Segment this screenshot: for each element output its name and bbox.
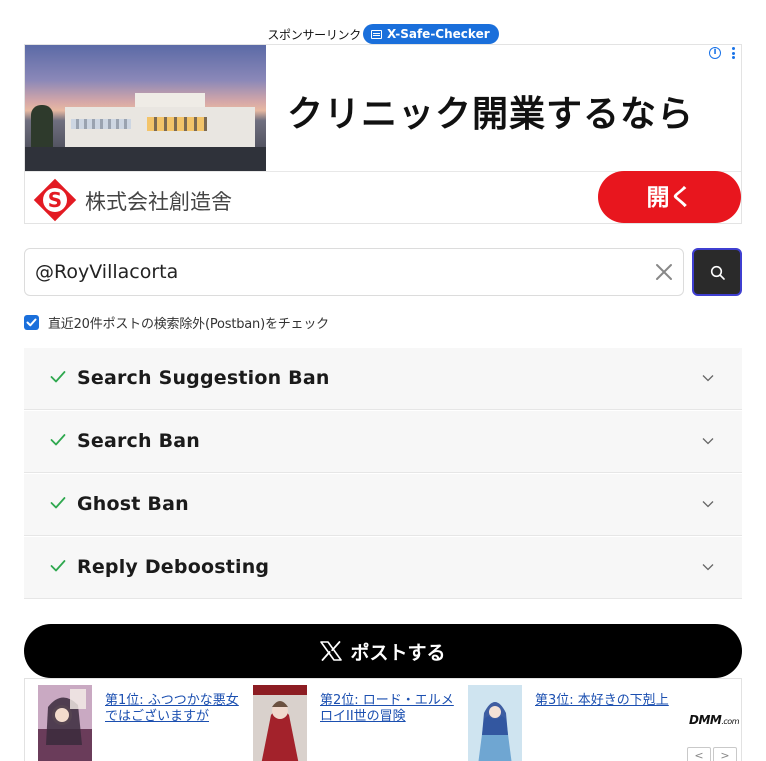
ad-banner[interactable]: クリニック開業するなら i S 株式会社創造舎 開く: [24, 44, 742, 224]
search-box: [24, 248, 684, 296]
book-cover-image[interactable]: [468, 685, 522, 761]
postban-checkbox[interactable]: [24, 314, 39, 330]
x-logo-icon: [320, 641, 343, 661]
accordion-search-ban[interactable]: Search Ban: [24, 411, 742, 473]
dmm-logo-text: DMM: [689, 713, 722, 727]
ad-icon: [370, 29, 382, 39]
sponsor-label: スポンサーリンク: [267, 27, 361, 42]
dmm-logo-suffix: .com: [721, 717, 739, 726]
book-cover-image[interactable]: [38, 685, 92, 761]
ad-info-icon[interactable]: i: [709, 47, 721, 59]
accordion-reply-deboosting[interactable]: Reply Deboosting: [24, 537, 742, 599]
accordion-label: Reply Deboosting: [77, 556, 270, 578]
chevron-down-icon: [702, 501, 714, 508]
search-button[interactable]: [692, 248, 742, 296]
page-card: スポンサーリンク X-Safe-Checker クリニック開業するなら i S …: [0, 0, 766, 761]
sponsor-header: スポンサーリンク X-Safe-Checker: [0, 24, 766, 44]
check-icon: [50, 560, 66, 572]
accordion-label: Search Suggestion Ban: [77, 367, 330, 389]
post-button[interactable]: ポストする: [24, 624, 742, 678]
ad-photo: [25, 45, 266, 171]
ad-open-button[interactable]: 開く: [598, 171, 741, 223]
chevron-down-icon: [702, 564, 714, 571]
accordion-search-suggestion-ban[interactable]: Search Suggestion Ban: [24, 348, 742, 410]
check-icon: [50, 497, 66, 509]
carousel-nav: < >: [687, 747, 737, 761]
svg-text:S: S: [48, 188, 62, 212]
promo-link[interactable]: 第1位: ふつつかな悪女ではございますが: [105, 693, 245, 725]
ad-more-icon[interactable]: [731, 47, 735, 59]
search-input[interactable]: [35, 249, 635, 295]
accordion-label: Search Ban: [77, 430, 200, 452]
accordion-ghost-ban[interactable]: Ghost Ban: [24, 474, 742, 536]
post-button-label: ポストする: [350, 642, 446, 664]
chevron-down-icon: [702, 438, 714, 445]
promo-link[interactable]: 第3位: 本好きの下剋上: [535, 693, 675, 709]
search-icon: [710, 265, 725, 280]
promo-strip: 第1位: ふつつかな悪女ではございますが 第2位: ロード・エルメロイII世の冒…: [24, 678, 742, 761]
postban-option[interactable]: 直近20件ポストの検索除外(Postban)をチェック: [24, 312, 329, 332]
sponsor-badge[interactable]: X-Safe-Checker: [362, 24, 499, 44]
book-cover-image[interactable]: [253, 685, 307, 761]
promo-link[interactable]: 第2位: ロード・エルメロイII世の冒険: [320, 693, 460, 725]
chevron-down-icon: [702, 375, 714, 382]
close-icon[interactable]: [655, 263, 673, 281]
carousel-next-button[interactable]: >: [713, 747, 737, 761]
sponsor-badge-label: X-Safe-Checker: [386, 27, 490, 41]
accordion-label: Ghost Ban: [77, 493, 189, 515]
dmm-logo[interactable]: DMM.com: [689, 713, 739, 727]
carousel-prev-button[interactable]: <: [687, 747, 711, 761]
ad-company-name: 株式会社創造舎: [85, 190, 232, 214]
ad-headline[interactable]: クリニック開業するなら: [287, 85, 694, 137]
postban-label: 直近20件ポストの検索除外(Postban)をチェック: [48, 316, 329, 332]
checkmark-icon: [26, 318, 37, 326]
check-icon: [50, 434, 66, 446]
company-logo-icon: S: [33, 178, 77, 222]
check-icon: [50, 371, 66, 383]
